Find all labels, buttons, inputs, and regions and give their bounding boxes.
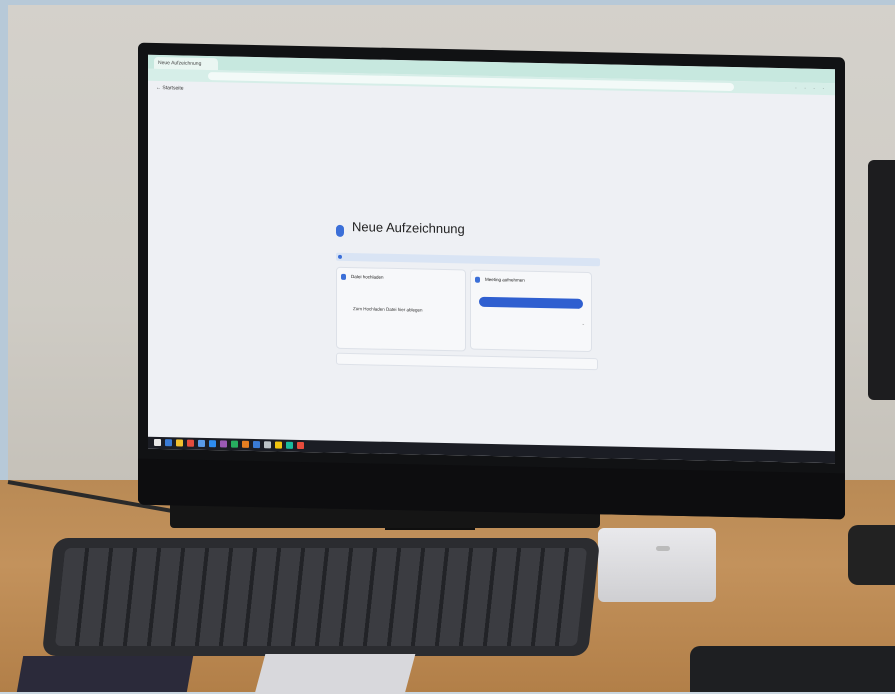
notebook-dark — [16, 656, 194, 692]
info-icon — [338, 254, 342, 259]
taskbar-app-icon[interactable] — [154, 438, 161, 447]
taskbar-app-icon[interactable] — [198, 439, 205, 447]
keyboard — [41, 538, 601, 656]
record-icon — [475, 276, 480, 283]
main-content: Neue Aufzeichnung Datei hochladen Zum Ho… — [336, 219, 600, 371]
taskbar-app-icon[interactable] — [209, 440, 216, 448]
mini-computer — [598, 528, 716, 602]
taskbar-app-icon[interactable] — [242, 440, 249, 448]
microphone-icon — [336, 224, 344, 237]
monitor-screen: Neue Aufzeichnung · · · · ← Startseite N… — [148, 54, 835, 464]
record-card: Meeting aufnehmen ⌄ — [470, 269, 592, 353]
taskbar-app-icon[interactable] — [176, 439, 183, 447]
browser-menu-icon[interactable]: · · · · — [795, 85, 827, 92]
taskbar — [148, 436, 835, 464]
desk-object-right — [848, 525, 895, 585]
mini-computer-logo — [656, 546, 670, 551]
upload-icon — [341, 273, 346, 280]
tablet-device — [690, 646, 895, 692]
record-card-title: Meeting aufnehmen — [485, 276, 525, 283]
drop-zone-text[interactable]: Zum Hochladen Datei hier ablegen — [353, 306, 423, 312]
page-title: Neue Aufzeichnung — [352, 219, 465, 237]
taskbar-app-icon[interactable] — [286, 441, 293, 449]
keyboard-keys — [54, 548, 588, 646]
taskbar-app-icon[interactable] — [165, 439, 172, 447]
taskbar-app-icon[interactable] — [264, 441, 271, 449]
speaker-device — [868, 160, 895, 400]
title-row: Neue Aufzeichnung — [336, 219, 598, 250]
chevron-down-icon[interactable]: ⌄ — [582, 321, 585, 326]
taskbar-app-icon[interactable] — [187, 439, 194, 447]
taskbar-app-icon[interactable] — [220, 440, 227, 448]
upload-card-title: Datei hochladen — [351, 274, 384, 280]
breadcrumb[interactable]: ← Startseite — [156, 85, 184, 92]
start-recording-button[interactable] — [479, 296, 583, 309]
monitor: Neue Aufzeichnung · · · · ← Startseite N… — [138, 42, 845, 520]
settings-field[interactable] — [336, 352, 598, 371]
taskbar-app-icon[interactable] — [297, 441, 304, 450]
paper-sheet — [254, 654, 416, 694]
photo-border-top — [0, 0, 895, 5]
upload-card[interactable]: Datei hochladen Zum Hochladen Datei hier… — [336, 266, 466, 352]
taskbar-app-icon[interactable] — [275, 441, 282, 449]
taskbar-app-icon[interactable] — [253, 441, 260, 449]
taskbar-app-icon[interactable] — [231, 440, 238, 448]
info-banner — [336, 252, 600, 267]
taskbar-icons — [154, 438, 304, 450]
